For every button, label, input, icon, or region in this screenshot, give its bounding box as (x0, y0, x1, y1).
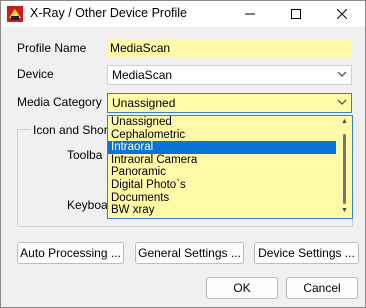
media-category-select[interactable]: Unassigned (107, 93, 352, 113)
app-logo-icon (7, 6, 23, 22)
profile-name-label: Profile Name (17, 41, 87, 55)
dropdown-option[interactable]: BW xray (108, 204, 336, 217)
dropdown-option[interactable]: Cephalometric (108, 129, 336, 142)
maximize-button[interactable] (273, 1, 319, 27)
dropdown-option[interactable]: Intraoral Camera (108, 154, 336, 167)
chevron-down-icon (337, 71, 347, 77)
media-category-label: Media Category (17, 95, 102, 109)
media-category-select-value: Unassigned (112, 96, 176, 110)
dropdown-option[interactable]: Panoramic (108, 166, 336, 179)
media-category-dropdown-list[interactable]: Unassigned Cephalometric Intraoral Intraora… (107, 115, 353, 219)
chevron-down-icon (337, 99, 347, 105)
dropdown-options: Unassigned Cephalometric Intraoral Intraora… (108, 116, 352, 217)
minimize-icon (245, 13, 255, 15)
title-bar: X-Ray / Other Device Profile (1, 1, 365, 27)
close-button[interactable] (319, 1, 365, 27)
scrollbar-thumb[interactable] (343, 134, 346, 204)
toolbar-label: Toolba (67, 148, 103, 162)
ok-button[interactable]: OK (206, 277, 278, 299)
scroll-up-icon[interactable]: ▲ (341, 118, 348, 125)
dropdown-option[interactable]: Documents (108, 192, 336, 205)
dialog-window: X-Ray / Other Device Profile Profile Nam… (0, 0, 366, 308)
profile-name-input[interactable] (107, 39, 351, 57)
device-select[interactable]: MediaScan (107, 65, 352, 85)
window-title: X-Ray / Other Device Profile (30, 6, 187, 20)
device-settings-button[interactable]: Device Settings ... (254, 242, 359, 264)
dropdown-scrollbar[interactable]: ▲ ▼ (337, 116, 352, 218)
maximize-icon (291, 9, 301, 19)
cancel-button[interactable]: Cancel (286, 277, 358, 299)
dropdown-option[interactable]: Unassigned (108, 116, 336, 129)
minimize-button[interactable] (227, 1, 273, 27)
general-settings-button[interactable]: General Settings ... (135, 242, 244, 264)
device-select-value: MediaScan (112, 68, 173, 82)
scroll-down-icon[interactable]: ▼ (341, 207, 348, 214)
keyboard-label: Keyboa (67, 198, 108, 212)
dropdown-option[interactable]: Intraoral (108, 141, 336, 154)
dropdown-option[interactable]: Digital Photo`s (108, 179, 336, 192)
device-label: Device (17, 67, 54, 81)
close-icon (337, 9, 347, 19)
groupbox-legend: Icon and Shortc (31, 123, 120, 137)
auto-processing-button[interactable]: Auto Processing ... (17, 242, 124, 264)
